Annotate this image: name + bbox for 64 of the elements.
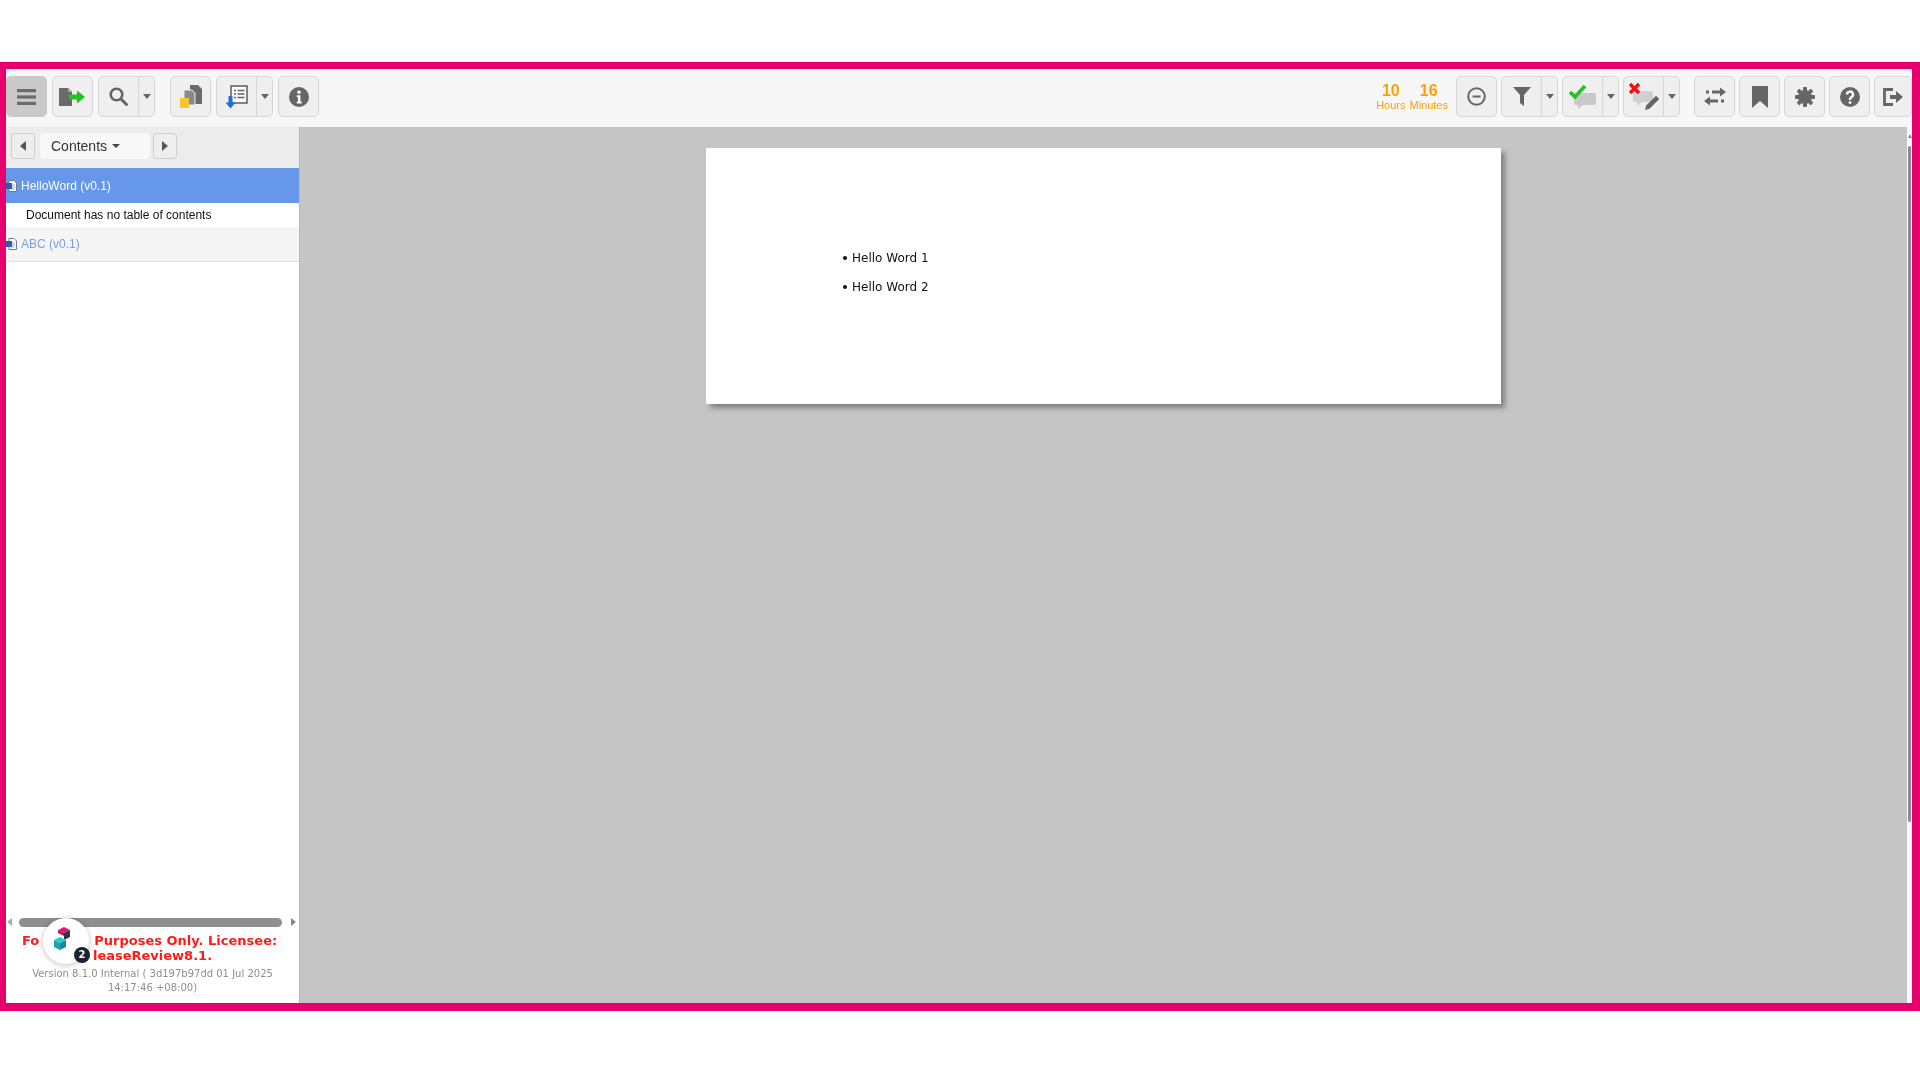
- settings-button[interactable]: [1784, 76, 1825, 117]
- search-button[interactable]: [98, 76, 139, 117]
- search-icon: [109, 87, 128, 106]
- info-button[interactable]: [278, 76, 319, 117]
- scroll-up-icon: [1907, 134, 1912, 138]
- dropdown-button[interactable]: [257, 76, 273, 117]
- documents-icon: [179, 84, 202, 109]
- zoom-out-button[interactable]: [1456, 76, 1497, 117]
- caret-icon: [112, 144, 121, 148]
- word-file-icon: [6, 238, 17, 250]
- left-arrow-icon: [20, 141, 26, 151]
- notification-count: 2: [74, 947, 90, 963]
- exit-icon: [1882, 87, 1904, 106]
- bullet-icon: [843, 284, 847, 289]
- reject-comment-button[interactable]: [1623, 76, 1664, 117]
- contents-dropdown[interactable]: Contents: [40, 133, 150, 159]
- filter-icon: [1512, 86, 1531, 107]
- minus-circle-icon: [1467, 87, 1486, 106]
- dropdown-button[interactable]: [1542, 76, 1558, 117]
- swap-arrows-icon: [1703, 87, 1726, 106]
- license-notice-text: Fo: [22, 933, 40, 948]
- bullet-text: Hello Word 1: [852, 250, 929, 265]
- documents-button[interactable]: [170, 76, 211, 117]
- scroll-left-icon: [7, 918, 12, 926]
- scroll-right-icon: [291, 918, 296, 926]
- bookmark-button[interactable]: [1739, 76, 1780, 117]
- right-arrow-icon: [162, 141, 168, 151]
- exit-button[interactable]: [1874, 76, 1912, 117]
- timer-unit: Minutes: [1409, 99, 1448, 112]
- menu-button[interactable]: [6, 76, 47, 117]
- caret-icon: [1606, 94, 1615, 99]
- next-button[interactable]: [153, 133, 177, 159]
- menu-icon: [17, 88, 36, 105]
- info-icon: [288, 86, 309, 107]
- list-download-icon: [224, 84, 249, 109]
- export-button[interactable]: [52, 76, 93, 117]
- timer-value: 16: [1419, 82, 1438, 99]
- caret-icon: [260, 94, 269, 99]
- vertical-scrollbar[interactable]: [1908, 146, 1911, 822]
- caret-icon: [142, 94, 151, 99]
- previous-button[interactable]: [11, 133, 35, 159]
- bullet-text: Hello Word 2: [852, 279, 929, 294]
- swap-button[interactable]: [1694, 76, 1735, 117]
- license-notice-text: Purposes Only. Licensee:: [94, 933, 278, 948]
- filter-button[interactable]: [1501, 76, 1542, 117]
- help-button[interactable]: [1829, 76, 1870, 117]
- help-icon: [1839, 86, 1860, 107]
- dropdown-button[interactable]: [1603, 76, 1619, 117]
- dropdown-button[interactable]: [139, 76, 155, 117]
- cross-comment-pencil-icon: [1627, 82, 1660, 111]
- launcher-button[interactable]: 2: [43, 918, 89, 964]
- version-text: Version 8.1.0 Internal ( 3d197b97dd 01 Jul 2025 14:17:46 +08:00): [31, 967, 274, 995]
- timer-unit: Hours: [1376, 99, 1406, 112]
- dropdown-button[interactable]: [1664, 76, 1680, 117]
- word-file-icon: [6, 179, 17, 192]
- list-button[interactable]: [216, 76, 257, 117]
- license-notice-text: leaseReview8.1.: [92, 948, 213, 963]
- timer-value: 10: [1381, 82, 1400, 99]
- bullet-icon: [843, 255, 847, 260]
- check-comment-icon: [1567, 83, 1598, 110]
- bookmark-icon: [1751, 85, 1768, 108]
- caret-icon: [1667, 94, 1676, 99]
- horizontal-scrollbar[interactable]: [19, 917, 282, 927]
- caret-icon: [1545, 94, 1554, 99]
